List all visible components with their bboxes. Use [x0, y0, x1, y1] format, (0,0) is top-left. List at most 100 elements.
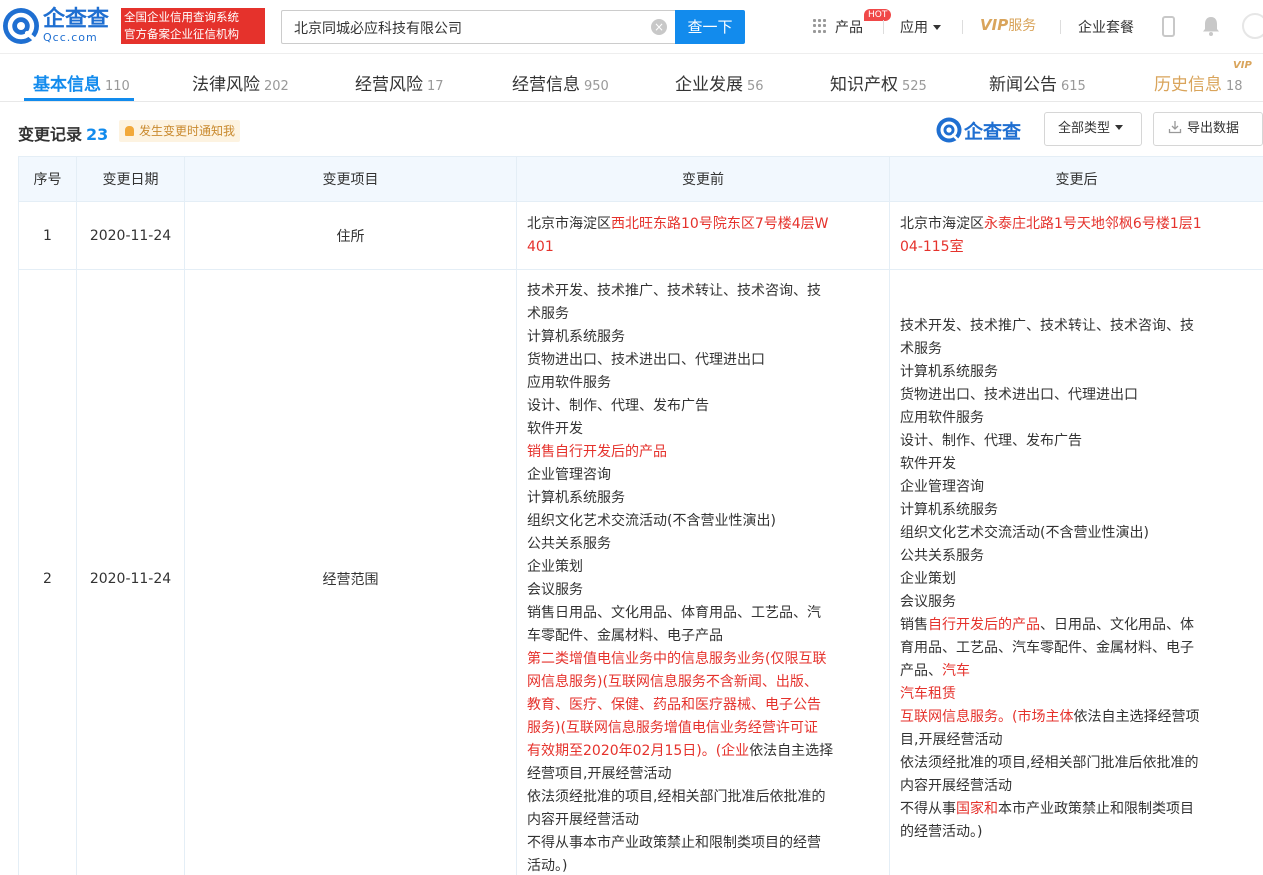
watermark-text: 企查查 [964, 120, 1022, 143]
tab-basic-info[interactable]: 基本信息 110 [33, 70, 130, 95]
row-after: 技术开发、技术推广、技术转让、技术咨询、技 术服务 计算机系统服务 货物进出口、技术进… [889, 269, 1263, 875]
text-line: 互联网信息服务。(市场主体依法自主选择经营项 [900, 706, 1253, 729]
text-segment: 会议服务 [900, 593, 956, 610]
text-segment: 北京市海淀区 [900, 215, 984, 232]
tab-development[interactable]: 企业发展 56 [675, 70, 764, 95]
tab-intellectual-property[interactable]: 知识产权 525 [830, 70, 927, 95]
tab-label: 法律风险 [192, 75, 260, 95]
tab-operating-risk[interactable]: 经营风险 17 [355, 70, 444, 95]
text-segment: 依法须经批准的项目,经相关部门批准后依批准的 [900, 754, 1199, 771]
text-segment: 会议服务 [527, 582, 583, 598]
row-before: 技术开发、技术推广、技术转让、技术咨询、技 术服务 计算机系统服务 货物进出口、技术进… [516, 269, 890, 875]
text-segment: 计算机系统服务 [527, 329, 625, 345]
text-segment: 依法须经批准的项目,经相关部门批准后依批准的 [527, 789, 826, 805]
tab-label: 经营风险 [355, 75, 423, 95]
search-input[interactable]: 北京同城必应科技有限公司 × [281, 10, 675, 44]
qcc-logo[interactable]: 企查查 Qcc.com [2, 6, 109, 46]
text-segment: 不得从事 [900, 800, 956, 817]
text-segment: 技术开发、技术推广、技术转让、技术咨询、技 [900, 317, 1194, 334]
section-title: 变更记录 23 [18, 121, 108, 145]
text-segment: 内容开展经营活动 [527, 812, 639, 828]
text-segment: 软件开发 [900, 455, 956, 472]
text-line: 北京市海淀区西北旺东路10号院东区7号楼4层W [527, 213, 879, 236]
text-line: 销售自行开发后的产品、日用品、文化用品、体 [900, 614, 1253, 637]
tab-legal-risk[interactable]: 法律风险 202 [192, 70, 289, 95]
row-before: 北京市海淀区西北旺东路10号院东区7号楼4层W 401 [516, 201, 890, 270]
text-segment: 育用品、工艺品、汽车零配件、金属材料、电子 [900, 639, 1194, 656]
tab-count: 525 [902, 79, 927, 94]
grid-icon [813, 19, 827, 33]
changed-text: 教育、医疗、保健、药品和医疗器械、电子公告 [527, 697, 821, 713]
text-line: 公共关系服务 [900, 545, 1253, 568]
tab-count: 18 [1226, 79, 1243, 94]
col-after: 变更后 [889, 156, 1263, 202]
text-line: 会议服务 [900, 591, 1253, 614]
text-line: 设计、制作、代理、发布广告 [900, 430, 1253, 453]
text-segment: 依法自主选择 [749, 743, 834, 759]
tab-count: 17 [427, 79, 444, 94]
text-segment: 设计、制作、代理、发布广告 [900, 432, 1082, 449]
bell-icon[interactable] [1202, 16, 1220, 36]
text-line: 企业管理咨询 [527, 464, 879, 487]
tab-label: 经营信息 [512, 75, 580, 95]
text-segment: 计算机系统服务 [527, 490, 625, 506]
col-date: 变更日期 [76, 156, 185, 202]
chevron-down-icon [933, 25, 941, 30]
qcc-logo-icon [936, 117, 962, 143]
nav-products[interactable]: 产品 [835, 17, 863, 37]
text-segment: 、日用品、文化用品、体 [1040, 616, 1194, 633]
active-tab-indicator [24, 98, 134, 101]
tab-count: 615 [1061, 79, 1086, 94]
text-segment: 设计、制作、代理、发布广告 [527, 398, 709, 414]
export-button[interactable]: 导出数据 [1153, 112, 1263, 146]
text-line: 计算机系统服务 [900, 361, 1253, 384]
text-line: 设计、制作、代理、发布广告 [527, 395, 879, 418]
text-segment: 北京市海淀区 [527, 215, 611, 232]
text-segment: 公共关系服务 [527, 536, 611, 552]
text-line: 汽车租赁 [900, 683, 1253, 706]
text-line: 的经营活动。) [900, 821, 1253, 844]
text-line: 依法须经批准的项目,经相关部门批准后依批准的 [900, 752, 1253, 775]
vip-badge: VIP [1233, 60, 1252, 71]
type-filter-dropdown[interactable]: 全部类型 [1044, 112, 1142, 146]
text-line: 货物进出口、技术进出口、代理进出口 [900, 384, 1253, 407]
changed-text: 汽车租赁 [900, 685, 956, 702]
clear-icon[interactable]: × [651, 19, 667, 35]
top-header: 企查查 Qcc.com 全国企业信用查询系统 官方备案企业征信机构 北京同城必应… [0, 0, 1263, 54]
changed-text: 04-115室 [900, 238, 964, 255]
bell-icon [125, 126, 134, 136]
text-segment: 计算机系统服务 [900, 501, 998, 518]
changed-text: 服务)(互联网信息服务增值电信业务经营许可证 [527, 720, 818, 736]
text-line: 不得从事本市产业政策禁止和限制类项目的经营 [527, 832, 879, 855]
tab-history[interactable]: 历史信息 18 [1154, 70, 1243, 95]
text-segment: 不得从事本市产业政策禁止和限制类项目的经营 [527, 835, 821, 851]
tab-label: 新闻公告 [989, 75, 1057, 95]
nav-divider [1060, 20, 1061, 34]
changed-text: 汽车 [942, 662, 970, 679]
text-line: 技术开发、技术推广、技术转让、技术咨询、技 [900, 315, 1253, 338]
notify-me-button[interactable]: 发生变更时通知我 [119, 120, 241, 142]
nav-enterprise-package[interactable]: 企业套餐 [1078, 17, 1134, 37]
search-value: 北京同城必应科技有限公司 [294, 21, 462, 37]
text-segment: 组织文化艺术交流活动(不含营业性演出) [527, 513, 776, 529]
changed-text: 自行开发后的产品 [928, 616, 1040, 633]
nav-apps[interactable]: 应用 [900, 17, 941, 37]
search-button[interactable]: 查一下 [675, 10, 745, 44]
tab-news[interactable]: 新闻公告 615 [989, 70, 1086, 95]
logo-domain: Qcc.com [43, 31, 98, 44]
text-segment: 目,开展经营活动 [900, 731, 1003, 748]
phone-icon[interactable] [1162, 16, 1175, 37]
text-line: 活动。) [527, 855, 879, 875]
text-line: 软件开发 [527, 418, 879, 441]
row-date: 2020-11-24 [76, 269, 185, 875]
text-segment: 依法自主选择经营项 [1073, 708, 1200, 725]
row-item: 经营范围 [184, 269, 517, 875]
text-segment: 软件开发 [527, 421, 583, 437]
nav-vip-service[interactable]: VIP服务 [980, 15, 1036, 35]
hot-badge: HOT [864, 9, 892, 21]
text-segment: 经营项目,开展经营活动 [527, 766, 672, 782]
text-line: 技术开发、技术推广、技术转让、技术咨询、技 [527, 280, 879, 303]
text-line: 销售日用品、文化用品、体育用品、工艺品、汽 [527, 602, 879, 625]
avatar[interactable] [1242, 13, 1263, 39]
tab-operating-info[interactable]: 经营信息 950 [512, 70, 609, 95]
